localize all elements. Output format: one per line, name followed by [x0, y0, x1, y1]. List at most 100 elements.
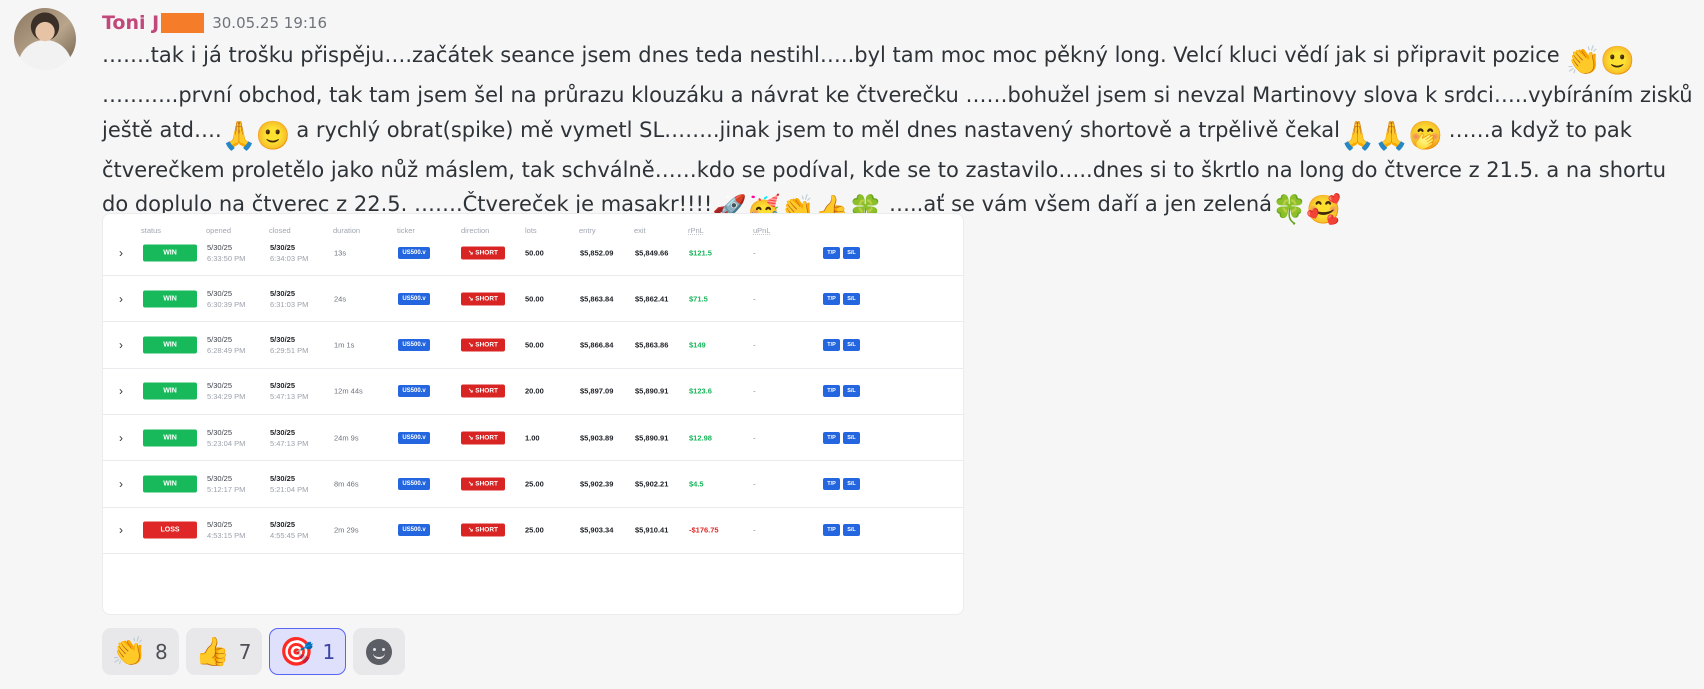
tp-badge[interactable]: T/P	[823, 246, 840, 259]
slight-smile-icon: 🙂	[255, 118, 291, 152]
closed-cell: 5/30/25 6:31:03 PM	[270, 288, 308, 310]
sl-badge[interactable]: S/L	[843, 385, 860, 398]
reaction-button[interactable]: 👍 7	[185, 628, 263, 675]
direction-badge: ↘ SHORT	[461, 523, 505, 537]
closed-time: 6:34:03 PM	[270, 253, 309, 263]
rpnl-value: $12.98	[689, 433, 712, 443]
status-badge: LOSS	[143, 521, 197, 539]
chevron-right-icon[interactable]: ›	[119, 246, 123, 260]
table-row[interactable]: › WIN 5/30/25 5:34:29 PM 5/30/25 5:47:13 PM 12…	[103, 369, 963, 415]
opened-date: 5/30/25	[207, 288, 233, 298]
table-row[interactable]: › WIN 5/30/25 5:12:17 PM 5/30/25 5:21:04 PM 8m…	[103, 462, 963, 508]
closed-time: 5:21:04 PM	[270, 485, 309, 494]
timestamp: 30.05.25 19:16	[212, 14, 328, 32]
reaction-button[interactable]: 🎯 1	[269, 628, 347, 675]
username[interactable]: Toni J	[102, 12, 159, 34]
closed-time: 5:47:13 PM	[270, 438, 309, 448]
duration: 1m 1s	[334, 340, 355, 350]
rpnl-value: $4.5	[689, 479, 704, 489]
direction-badge: ↘ SHORT	[461, 384, 505, 398]
lots-value: 25.00	[525, 525, 544, 535]
closed-date: 5/30/25	[270, 335, 296, 345]
entry-price: $5,903.34	[580, 525, 614, 535]
entry-price: $5,897.09	[580, 386, 614, 396]
ticker-badge: US500.v	[398, 478, 430, 490]
sl-badge[interactable]: S/L	[843, 292, 860, 305]
closed-date: 5/30/25	[270, 427, 296, 437]
tp-badge[interactable]: T/P	[823, 292, 840, 305]
opened-date: 5/30/25	[207, 242, 233, 252]
opened-cell: 5/30/25 6:33:50 PM	[207, 242, 245, 264]
sl-badge[interactable]: S/L	[843, 339, 860, 352]
smiling-hearts-icon: 🥰	[1306, 193, 1341, 226]
rpnl-value: $71.5	[689, 294, 708, 304]
duration: 2m 29s	[334, 525, 359, 535]
tp-badge[interactable]: T/P	[823, 478, 840, 490]
sl-badge[interactable]: S/L	[843, 431, 860, 444]
chevron-right-icon[interactable]: ›	[119, 384, 123, 398]
chevron-right-icon[interactable]: ›	[119, 292, 123, 306]
exit-price: $5,849.66	[635, 248, 669, 257]
duration: 8m 46s	[334, 479, 359, 489]
opened-date: 5/30/25	[207, 520, 233, 530]
direct-hit-icon: 🎯	[279, 634, 314, 668]
exit-price: $5,890.91	[635, 433, 669, 443]
upnl-value: -	[753, 340, 756, 350]
sl-badge[interactable]: S/L	[843, 246, 860, 259]
opened-time: 5:12:17 PM	[207, 485, 246, 494]
reactions-bar: 👏 8 👍 7 🎯 1	[102, 628, 406, 676]
table-row[interactable]: › WIN 5/30/25 6:33:50 PM 5/30/25 6:34:03 PM 13…	[103, 230, 963, 276]
exit-price: $5,863.86	[635, 340, 669, 350]
trade-history-image[interactable]: status opened closed duration ticker directio…	[102, 213, 964, 615]
tp-badge[interactable]: T/P	[823, 385, 840, 398]
table-row[interactable]: › LOSS 5/30/25 4:53:15 PM 5/30/25 4:55:45 PM 2…	[103, 508, 963, 554]
direction-label: SHORT	[475, 434, 498, 442]
reaction-button[interactable]: 👏 8	[102, 628, 179, 675]
chevron-right-icon[interactable]: ›	[119, 477, 123, 491]
entry-price: $5,903.89	[580, 433, 614, 443]
upnl-value: -	[753, 386, 756, 396]
opened-cell: 5/30/25 5:34:29 PM	[207, 380, 245, 402]
status-badge: WIN	[143, 475, 197, 493]
ticker-badge: US500.v	[398, 431, 430, 444]
folded-hands-icon: 🙏	[1340, 118, 1375, 152]
table-row[interactable]: › WIN 5/30/25 6:30:39 PM 5/30/25 6:31:03 PM 24…	[103, 276, 963, 323]
opened-time: 6:30:39 PM	[207, 299, 246, 309]
message-text: a rychlý obrat(spike) mě vymetl SL……..ji…	[289, 117, 1340, 142]
lots-value: 50.00	[525, 340, 544, 350]
tp-badge[interactable]: T/P	[823, 431, 840, 444]
opened-cell: 5/30/25 4:53:15 PM	[207, 519, 245, 541]
chevron-right-icon[interactable]: ›	[119, 338, 123, 352]
ticker-badge: US500.v	[398, 339, 430, 352]
table-row[interactable]: › WIN 5/30/25 5:23:04 PM 5/30/25 5:47:13 PM 24…	[103, 415, 963, 462]
closed-time: 6:31:03 PM	[270, 299, 309, 309]
sl-badge[interactable]: S/L	[843, 524, 860, 537]
closed-cell: 5/30/25 4:55:45 PM	[270, 519, 308, 541]
opened-date: 5/30/25	[207, 474, 233, 483]
tp-badge[interactable]: T/P	[823, 339, 840, 352]
table-row[interactable]: › WIN 5/30/25 6:28:49 PM 5/30/25 6:29:51 PM 1m…	[103, 323, 963, 369]
chevron-right-icon[interactable]: ›	[119, 431, 123, 445]
face-hand-mouth-icon: 🤭	[1408, 118, 1443, 152]
rpnl-value: -$176.75	[689, 525, 719, 535]
clapping-hands-icon: 👏	[1566, 44, 1602, 77]
tp-badge[interactable]: T/P	[823, 524, 840, 537]
chevron-right-icon[interactable]: ›	[119, 523, 123, 537]
opened-date: 5/30/25	[207, 335, 233, 345]
exit-price: $5,890.91	[635, 386, 669, 396]
message-content: …….tak i já trošku přispěju….začátek sea…	[102, 38, 1697, 227]
closed-cell: 5/30/25 6:29:51 PM	[270, 334, 308, 356]
exit-price: $5,902.21	[635, 479, 669, 489]
add-reaction-button[interactable]	[353, 628, 406, 675]
entry-price: $5,863.84	[580, 294, 614, 304]
lots-value: 25.00	[525, 479, 544, 489]
slight-smile-icon: 🙂	[1600, 44, 1636, 77]
duration: 24m 9s	[334, 433, 359, 443]
closed-date: 5/30/25	[270, 288, 296, 298]
avatar[interactable]	[14, 8, 76, 70]
closed-date: 5/30/25	[270, 474, 296, 483]
ticker-badge: US500.v	[398, 524, 430, 537]
smiley-add-icon	[366, 638, 393, 665]
thumbs-up-icon: 👍	[195, 634, 231, 668]
sl-badge[interactable]: S/L	[843, 478, 860, 490]
